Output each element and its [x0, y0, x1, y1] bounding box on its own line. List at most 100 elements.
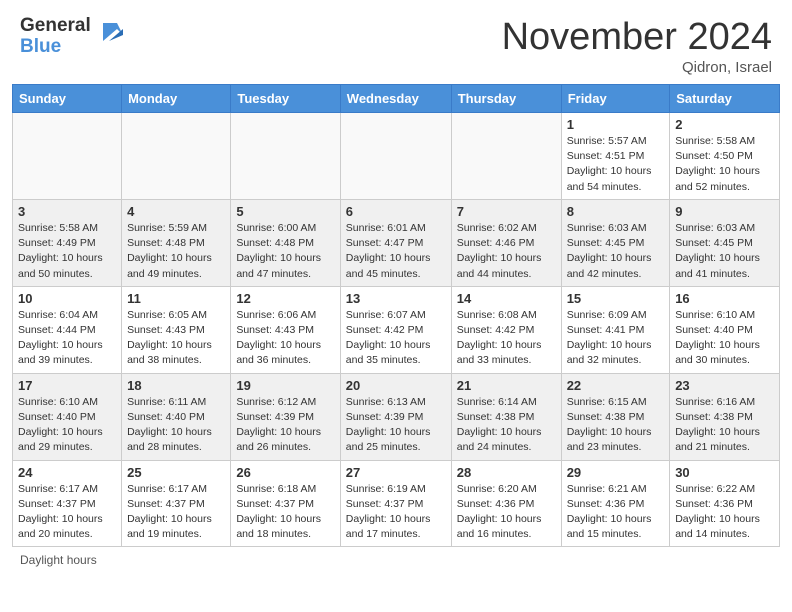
- day-info: Sunrise: 6:13 AM Sunset: 4:39 PM Dayligh…: [346, 395, 446, 456]
- day-info: Sunrise: 5:59 AM Sunset: 4:48 PM Dayligh…: [127, 221, 225, 282]
- title-block: November 2024 Qidron, Israel: [502, 16, 772, 76]
- day-info: Sunrise: 6:18 AM Sunset: 4:37 PM Dayligh…: [236, 482, 334, 543]
- day-info: Sunrise: 6:20 AM Sunset: 4:36 PM Dayligh…: [457, 482, 556, 543]
- day-number: 29: [567, 465, 665, 480]
- day-cell: 12 Sunrise: 6:06 AM Sunset: 4:43 PM Dayli…: [231, 286, 340, 373]
- day-number: 10: [18, 291, 116, 306]
- day-info: Sunrise: 6:05 AM Sunset: 4:43 PM Dayligh…: [127, 308, 225, 369]
- day-number: 30: [675, 465, 774, 480]
- day-cell: 21 Sunrise: 6:14 AM Sunset: 4:38 PM Dayli…: [451, 373, 561, 460]
- page-header: General Blue November 2024 Qidron, Israe…: [0, 0, 792, 84]
- day-info: Sunrise: 6:17 AM Sunset: 4:37 PM Dayligh…: [127, 482, 225, 543]
- day-cell: 30 Sunrise: 6:22 AM Sunset: 4:36 PM Dayli…: [670, 460, 780, 547]
- day-cell: 24Sunrise: 6:17 AM Sunset: 4:37 PM Dayli…: [13, 460, 122, 547]
- day-cell: 18Sunrise: 6:11 AM Sunset: 4:40 PM Dayli…: [122, 373, 231, 460]
- day-number: 14: [457, 291, 556, 306]
- day-number: 7: [457, 204, 556, 219]
- day-info: Sunrise: 6:03 AM Sunset: 4:45 PM Dayligh…: [567, 221, 665, 282]
- logo-blue: Blue: [20, 37, 91, 58]
- month-title: November 2024: [502, 16, 772, 59]
- daylight-label: Daylight hours: [20, 553, 97, 567]
- day-cell: 2 Sunrise: 5:58 AM Sunset: 4:50 PM Daylig…: [670, 113, 780, 200]
- day-header-saturday: Saturday: [670, 85, 780, 113]
- day-number: 8: [567, 204, 665, 219]
- day-header-thursday: Thursday: [451, 85, 561, 113]
- day-cell: 1 Sunrise: 5:57 AM Sunset: 4:51 PM Daylig…: [561, 113, 670, 200]
- day-cell: [13, 113, 122, 200]
- day-cell: 27Sunrise: 6:19 AM Sunset: 4:37 PM Dayli…: [340, 460, 451, 547]
- day-number: 4: [127, 204, 225, 219]
- day-cell: 8 Sunrise: 6:03 AM Sunset: 4:45 PM Daylig…: [561, 199, 670, 286]
- day-number: 19: [236, 378, 334, 393]
- logo-text: General Blue: [20, 16, 91, 58]
- day-cell: [451, 113, 561, 200]
- day-cell: 13 Sunrise: 6:07 AM Sunset: 4:42 PM Dayli…: [340, 286, 451, 373]
- day-number: 22: [567, 378, 665, 393]
- calendar-week-row: 24Sunrise: 6:17 AM Sunset: 4:37 PM Dayli…: [13, 460, 780, 547]
- day-number: 12: [236, 291, 334, 306]
- day-info: Sunrise: 6:06 AM Sunset: 4:43 PM Dayligh…: [236, 308, 334, 369]
- day-info: Sunrise: 6:11 AM Sunset: 4:40 PM Dayligh…: [127, 395, 225, 456]
- day-number: 5: [236, 204, 334, 219]
- calendar-header-row: SundayMondayTuesdayWednesdayThursdayFrid…: [13, 85, 780, 113]
- day-cell: 6 Sunrise: 6:01 AM Sunset: 4:47 PM Daylig…: [340, 199, 451, 286]
- location: Qidron, Israel: [502, 59, 772, 76]
- day-info: Sunrise: 5:58 AM Sunset: 4:50 PM Dayligh…: [675, 134, 774, 195]
- day-cell: 17 Sunrise: 6:10 AM Sunset: 4:40 PM Dayli…: [13, 373, 122, 460]
- day-number: 13: [346, 291, 446, 306]
- day-header-monday: Monday: [122, 85, 231, 113]
- day-number: 17: [18, 378, 116, 393]
- day-header-tuesday: Tuesday: [231, 85, 340, 113]
- calendar-week-row: 3Sunrise: 5:58 AM Sunset: 4:49 PM Daylig…: [13, 199, 780, 286]
- day-cell: [122, 113, 231, 200]
- day-header-wednesday: Wednesday: [340, 85, 451, 113]
- day-number: 9: [675, 204, 774, 219]
- day-info: Sunrise: 6:09 AM Sunset: 4:41 PM Dayligh…: [567, 308, 665, 369]
- day-number: 1: [567, 117, 665, 132]
- logo-general: General: [20, 16, 91, 37]
- calendar-week-row: 10 Sunrise: 6:04 AM Sunset: 4:44 PM Dayli…: [13, 286, 780, 373]
- day-info: Sunrise: 5:57 AM Sunset: 4:51 PM Dayligh…: [567, 134, 665, 195]
- day-number: 20: [346, 378, 446, 393]
- day-info: Sunrise: 6:01 AM Sunset: 4:47 PM Dayligh…: [346, 221, 446, 282]
- day-info: Sunrise: 6:12 AM Sunset: 4:39 PM Dayligh…: [236, 395, 334, 456]
- day-cell: 29 Sunrise: 6:21 AM Sunset: 4:36 PM Dayli…: [561, 460, 670, 547]
- day-cell: 19 Sunrise: 6:12 AM Sunset: 4:39 PM Dayli…: [231, 373, 340, 460]
- day-cell: 25 Sunrise: 6:17 AM Sunset: 4:37 PM Dayli…: [122, 460, 231, 547]
- day-info: Sunrise: 5:58 AM Sunset: 4:49 PM Dayligh…: [18, 221, 116, 282]
- day-info: Sunrise: 6:19 AM Sunset: 4:37 PM Dayligh…: [346, 482, 446, 543]
- day-cell: 14Sunrise: 6:08 AM Sunset: 4:42 PM Dayli…: [451, 286, 561, 373]
- day-cell: 11 Sunrise: 6:05 AM Sunset: 4:43 PM Dayli…: [122, 286, 231, 373]
- calendar-week-row: 17 Sunrise: 6:10 AM Sunset: 4:40 PM Dayli…: [13, 373, 780, 460]
- day-info: Sunrise: 6:10 AM Sunset: 4:40 PM Dayligh…: [18, 395, 116, 456]
- day-info: Sunrise: 6:07 AM Sunset: 4:42 PM Dayligh…: [346, 308, 446, 369]
- day-number: 2: [675, 117, 774, 132]
- day-number: 15: [567, 291, 665, 306]
- day-info: Sunrise: 6:04 AM Sunset: 4:44 PM Dayligh…: [18, 308, 116, 369]
- calendar-table: SundayMondayTuesdayWednesdayThursdayFrid…: [12, 84, 780, 547]
- day-info: Sunrise: 6:22 AM Sunset: 4:36 PM Dayligh…: [675, 482, 774, 543]
- logo: General Blue: [20, 16, 125, 58]
- day-info: Sunrise: 6:14 AM Sunset: 4:38 PM Dayligh…: [457, 395, 556, 456]
- day-cell: 10 Sunrise: 6:04 AM Sunset: 4:44 PM Dayli…: [13, 286, 122, 373]
- day-cell: 7 Sunrise: 6:02 AM Sunset: 4:46 PM Daylig…: [451, 199, 561, 286]
- day-number: 25: [127, 465, 225, 480]
- day-header-sunday: Sunday: [13, 85, 122, 113]
- day-info: Sunrise: 6:16 AM Sunset: 4:38 PM Dayligh…: [675, 395, 774, 456]
- day-number: 21: [457, 378, 556, 393]
- day-cell: 26 Sunrise: 6:18 AM Sunset: 4:37 PM Dayli…: [231, 460, 340, 547]
- day-info: Sunrise: 6:17 AM Sunset: 4:37 PM Dayligh…: [18, 482, 116, 543]
- day-cell: 16Sunrise: 6:10 AM Sunset: 4:40 PM Dayli…: [670, 286, 780, 373]
- day-info: Sunrise: 6:03 AM Sunset: 4:45 PM Dayligh…: [675, 221, 774, 282]
- day-number: 23: [675, 378, 774, 393]
- day-info: Sunrise: 6:02 AM Sunset: 4:46 PM Dayligh…: [457, 221, 556, 282]
- day-number: 6: [346, 204, 446, 219]
- day-info: Sunrise: 6:21 AM Sunset: 4:36 PM Dayligh…: [567, 482, 665, 543]
- day-cell: 5Sunrise: 6:00 AM Sunset: 4:48 PM Daylig…: [231, 199, 340, 286]
- day-cell: 22Sunrise: 6:15 AM Sunset: 4:38 PM Dayli…: [561, 373, 670, 460]
- day-number: 11: [127, 291, 225, 306]
- day-number: 16: [675, 291, 774, 306]
- day-number: 26: [236, 465, 334, 480]
- day-cell: 28Sunrise: 6:20 AM Sunset: 4:36 PM Dayli…: [451, 460, 561, 547]
- day-cell: 3Sunrise: 5:58 AM Sunset: 4:49 PM Daylig…: [13, 199, 122, 286]
